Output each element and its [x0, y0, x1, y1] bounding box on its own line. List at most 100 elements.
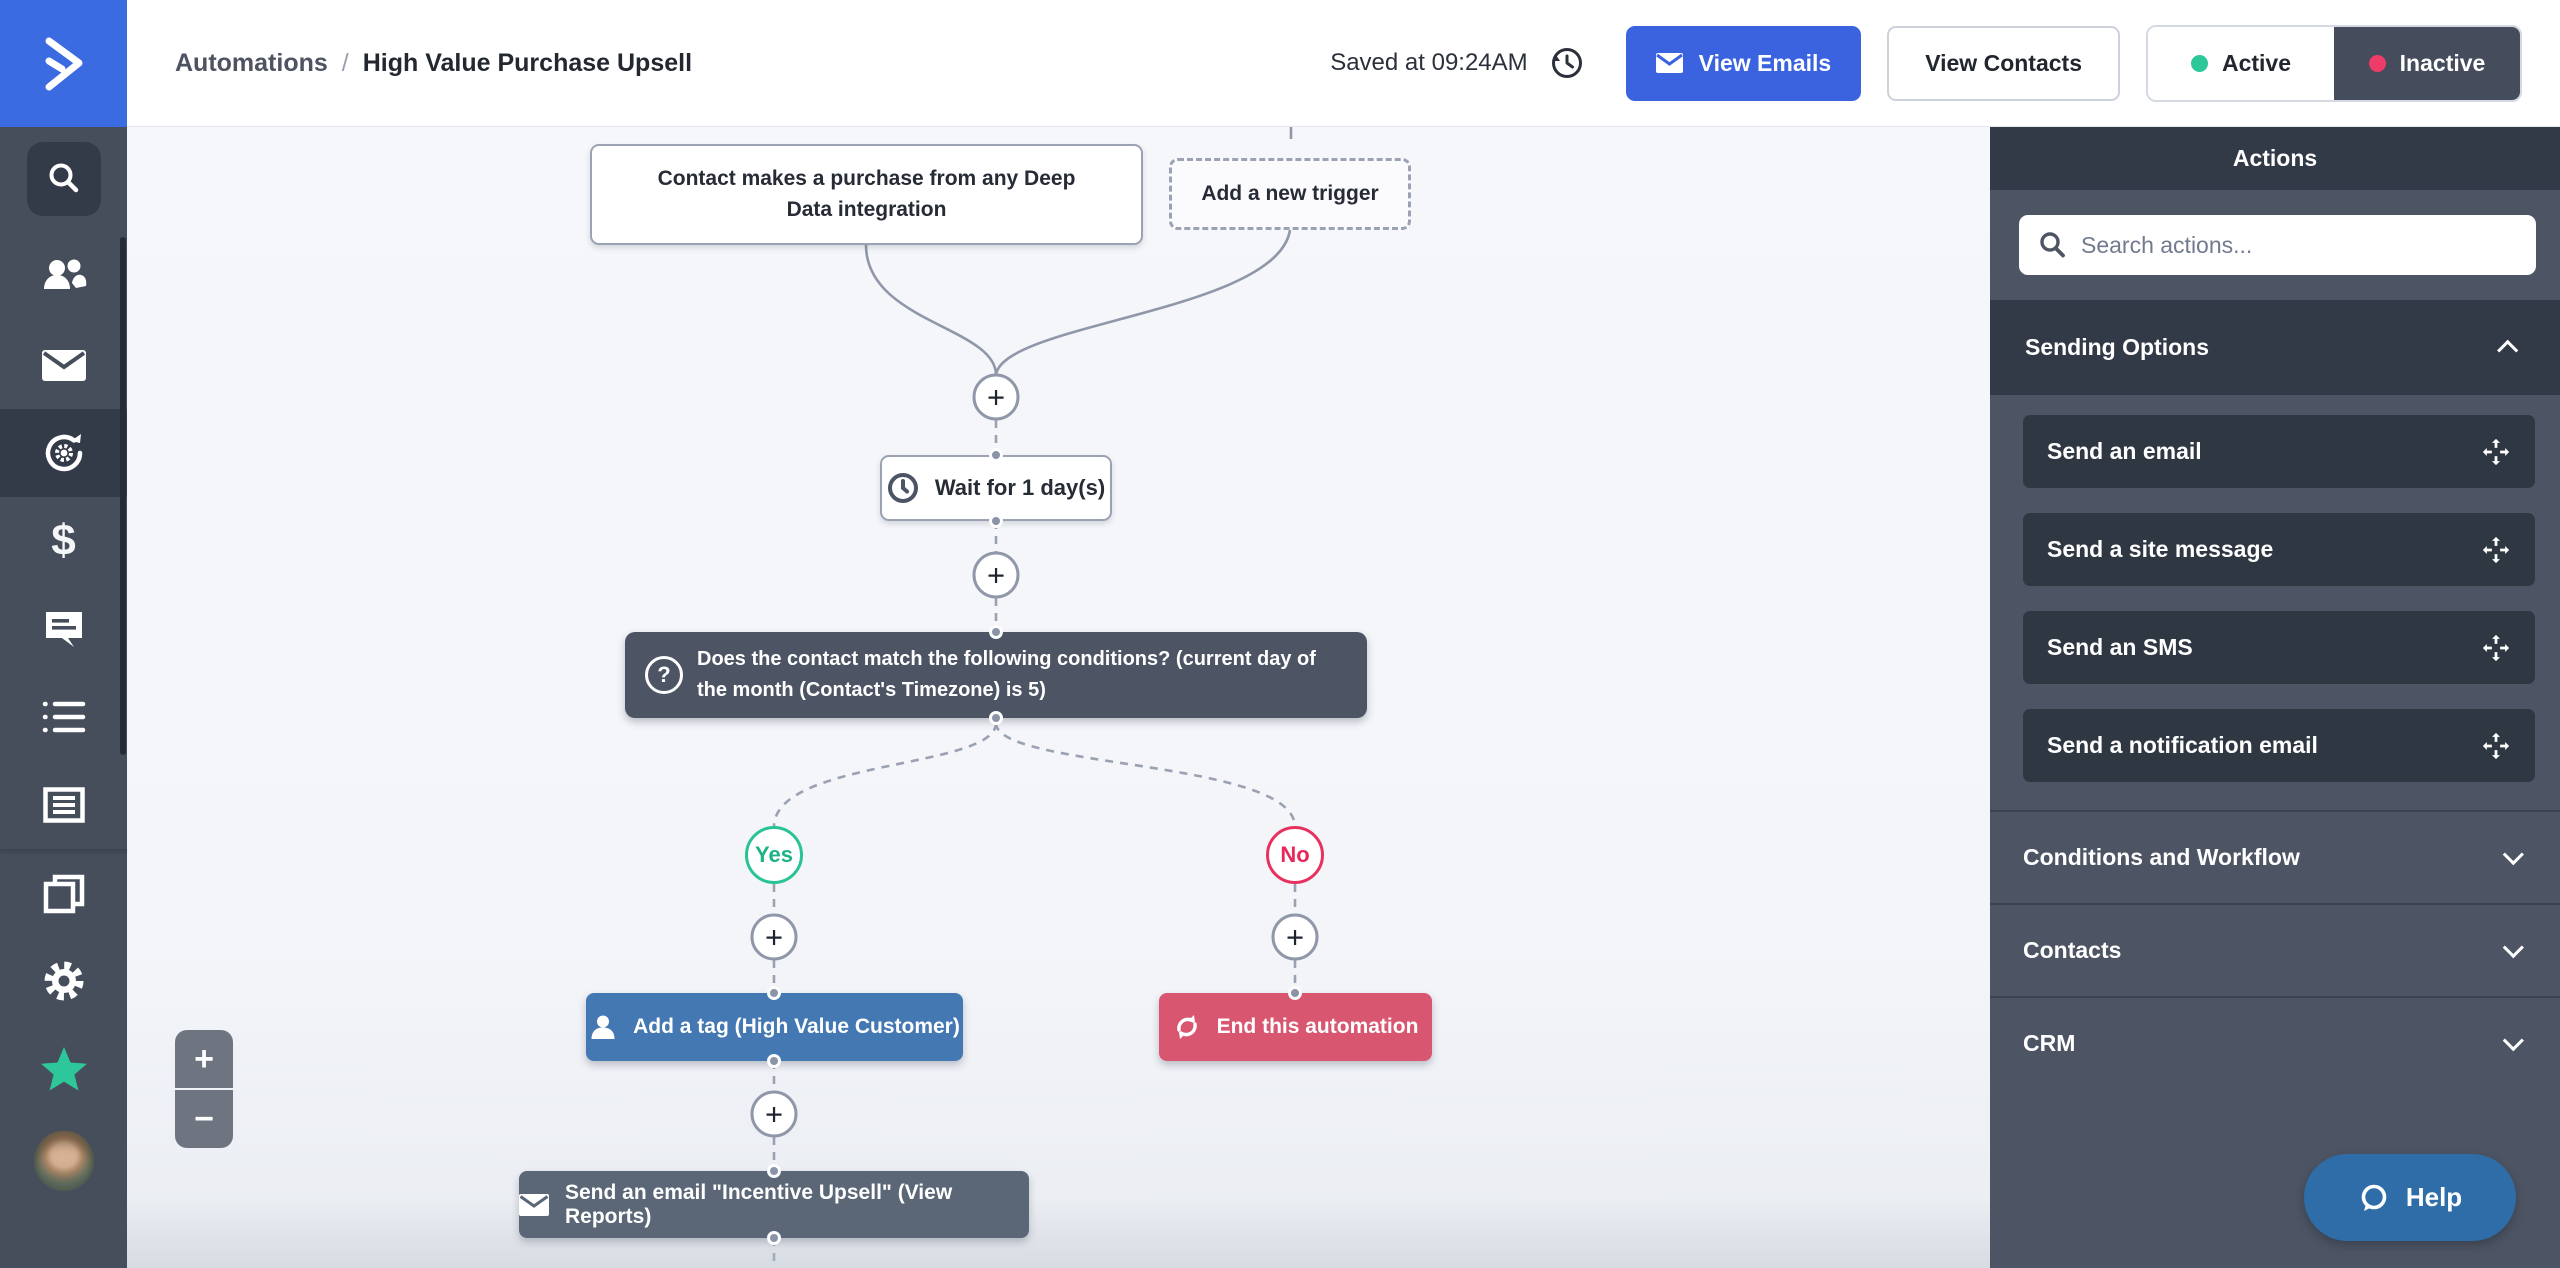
chevron-down-icon: [2502, 937, 2524, 959]
person-icon: [589, 1013, 617, 1041]
drag-move-icon[interactable]: [2481, 437, 2511, 467]
yes-branch-label: Yes: [745, 826, 803, 884]
send-email-node[interactable]: Send an email "Incentive Upsell" (View R…: [519, 1171, 1029, 1238]
drag-move-icon[interactable]: [2481, 633, 2511, 663]
add-action-button-2[interactable]: +: [972, 551, 1020, 599]
active-inactive-toggle: Active Inactive: [2146, 24, 2522, 102]
drag-move-icon[interactable]: [2481, 535, 2511, 565]
actions-panel-title: Actions: [1990, 127, 2560, 190]
section-conditions-and-workflow[interactable]: Conditions and Workflow: [1990, 810, 2560, 903]
connector-dot: [989, 448, 1003, 462]
end-automation-node[interactable]: End this automation: [1159, 993, 1432, 1061]
active-status-dot: [2190, 54, 2208, 72]
envelope-icon: [41, 349, 86, 381]
canvas-zoom-controls: + −: [175, 1030, 233, 1148]
deals-dollar-icon: $: [51, 516, 76, 565]
contacts-icon: [41, 257, 87, 295]
saved-status: Saved at 09:24AM: [1330, 49, 1528, 76]
sidebar-item-campaigns[interactable]: [0, 321, 127, 409]
search-icon: [2037, 230, 2067, 260]
sidebar-item-account[interactable]: [0, 1113, 127, 1209]
automations-icon: [41, 430, 87, 476]
chevron-down-icon: [2502, 1030, 2524, 1052]
canvas-bottom-shade: [127, 1198, 1990, 1268]
wait-node-label: Wait for 1 day(s): [934, 475, 1106, 500]
form-document-icon: [42, 787, 85, 823]
active-label: Active: [2221, 49, 2292, 76]
sidebar-item-lists[interactable]: [0, 673, 127, 761]
section-sending-options[interactable]: Sending Options: [1990, 300, 2560, 395]
list-icon: [42, 700, 86, 734]
end-automation-label: End this automation: [1216, 1015, 1419, 1038]
revision-history-icon[interactable]: [1546, 43, 1586, 83]
page-title: High Value Purchase Upsell: [362, 48, 693, 77]
sync-arrows-icon: [1173, 1013, 1201, 1041]
connector-dot: [767, 1054, 781, 1068]
view-emails-button[interactable]: View Emails: [1625, 25, 1862, 101]
trigger-node[interactable]: Contact makes a purchase from any Deep D…: [590, 144, 1143, 245]
action-card-send-sms[interactable]: Send an SMS: [2023, 611, 2535, 684]
sidebar-item-conversations[interactable]: [0, 585, 127, 673]
drag-move-icon[interactable]: [2481, 731, 2511, 761]
zoom-out-button[interactable]: −: [175, 1090, 233, 1148]
action-card-send-site-message[interactable]: Send a site message: [2023, 513, 2535, 586]
question-mark-icon: ?: [645, 656, 683, 694]
section-crm[interactable]: CRM: [1990, 996, 2560, 1089]
view-contacts-button[interactable]: View Contacts: [1887, 25, 2120, 101]
add-action-button-no[interactable]: +: [1271, 913, 1319, 961]
sidebar-item-automations[interactable]: [0, 409, 127, 497]
sending-options-items: Send an email Send a site message Send a…: [1990, 395, 2560, 810]
no-branch-label: No: [1266, 826, 1324, 884]
connector-dot: [767, 1231, 781, 1245]
automation-canvas: Contact makes a purchase from any Deep D…: [127, 127, 1990, 1268]
automation-builder-page: Automations / High Value Purchase Upsell…: [0, 0, 2560, 1268]
sidebar-item-reviews[interactable]: [0, 1025, 127, 1113]
sidebar-item-deals[interactable]: $: [0, 497, 127, 585]
add-action-button-yes[interactable]: +: [750, 913, 798, 961]
action-card-send-notification-email[interactable]: Send a notification email: [2023, 709, 2535, 782]
connector-dot: [989, 514, 1003, 528]
breadcrumb-automations-link[interactable]: Automations: [175, 49, 328, 78]
chevron-down-icon: [2502, 844, 2524, 866]
top-bar: Automations / High Value Purchase Upsell…: [127, 0, 2560, 127]
sidebar-scrollbar[interactable]: [120, 237, 126, 755]
zoom-in-button[interactable]: +: [175, 1030, 233, 1088]
activecampaign-logo[interactable]: [0, 0, 127, 127]
sidebar-item-sites[interactable]: [0, 851, 127, 937]
connector-dot: [767, 986, 781, 1000]
sidebar-item-contacts[interactable]: [0, 231, 127, 321]
condition-node-label: Does the contact match the following con…: [697, 648, 1316, 701]
connector-dot: [989, 711, 1003, 725]
clock-icon: [887, 472, 919, 504]
connector-dot: [989, 625, 1003, 639]
section-contacts[interactable]: Contacts: [1990, 903, 2560, 996]
wait-node[interactable]: Wait for 1 day(s): [880, 455, 1112, 521]
sidebar-search-button[interactable]: [26, 142, 101, 216]
user-avatar[interactable]: [33, 1131, 94, 1191]
sidebar-search-wrap: [0, 127, 127, 231]
add-action-button-1[interactable]: +: [972, 373, 1020, 421]
topbar-actions: Saved at 09:24AM View Emails View Contac…: [1330, 24, 2522, 102]
action-card-send-email[interactable]: Send an email: [2023, 415, 2535, 488]
add-tag-node[interactable]: Add a tag (High Value Customer): [586, 993, 963, 1061]
save-status-group: Saved at 09:24AM: [1330, 43, 1585, 83]
add-trigger-node[interactable]: Add a new trigger: [1169, 158, 1411, 230]
add-trigger-label: Add a new trigger: [1201, 182, 1379, 205]
pages-icon: [43, 874, 85, 914]
sidebar-item-settings[interactable]: [0, 937, 127, 1025]
help-bubble-icon: [2358, 1182, 2390, 1214]
trigger-node-label: Contact makes a purchase from any Deep D…: [657, 167, 1076, 221]
chat-bubble-icon: [43, 609, 85, 649]
add-tag-label: Add a tag (High Value Customer): [633, 1015, 960, 1038]
toggle-inactive-option[interactable]: Inactive: [2334, 26, 2520, 100]
help-button[interactable]: Help: [2304, 1154, 2516, 1241]
search-actions-input[interactable]: [2019, 215, 2536, 275]
add-action-button-3[interactable]: +: [750, 1090, 798, 1138]
inactive-status-dot: [2368, 54, 2386, 72]
toggle-active-option[interactable]: Active: [2148, 26, 2334, 100]
breadcrumb: Automations / High Value Purchase Upsell: [175, 49, 692, 78]
condition-node[interactable]: ? Does the contact match the following c…: [625, 632, 1367, 718]
breadcrumb-separator: /: [341, 48, 349, 77]
sidebar-item-forms[interactable]: [0, 761, 127, 849]
app-sidebar: $: [0, 0, 127, 1268]
